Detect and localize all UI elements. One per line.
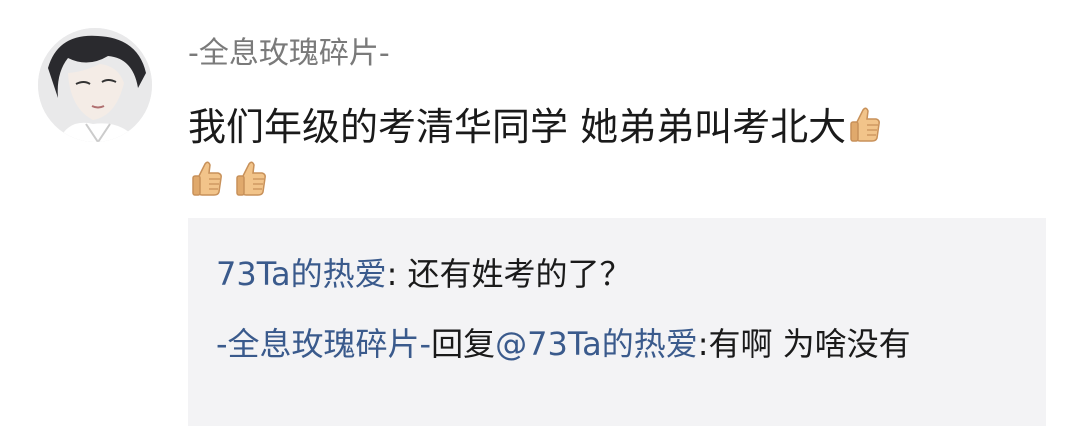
reply-text: 有啊 为啥没有 (708, 325, 911, 363)
reply-item[interactable]: 73Ta的热爱: 还有姓考的了？ (216, 250, 632, 298)
thumbs-up-icon (234, 158, 268, 198)
comment-username[interactable]: -全息玫瑰碎片- (188, 34, 390, 74)
reply-word: 回复 (431, 325, 496, 363)
reply-separator: : (386, 255, 408, 293)
comment-text: 我们年级的考清华同学 她弟弟叫考北大 (188, 105, 847, 149)
replies-panel[interactable]: 73Ta的热爱: 还有姓考的了？ -全息玫瑰碎片-回复@73Ta的热爱:有啊 为… (188, 218, 1046, 426)
reply-separator: : (697, 325, 709, 363)
reply-author[interactable]: -全息玫瑰碎片- (216, 325, 431, 363)
comment-card: -全息玫瑰碎片- 我们年级的考清华同学 她弟弟叫考北大 73Ta的热爱: 还有姓… (0, 0, 1080, 426)
comment-body: 我们年级的考清华同学 她弟弟叫考北大 (188, 100, 1038, 208)
reply-item[interactable]: -全息玫瑰碎片-回复@73Ta的热爱:有啊 为啥没有 (216, 318, 1016, 370)
avatar-illustration (38, 28, 152, 142)
thumbs-up-icon (848, 104, 882, 144)
thumbs-up-icon (190, 158, 224, 198)
avatar[interactable] (38, 28, 152, 142)
reply-mention[interactable]: @73Ta的热爱 (495, 325, 698, 363)
reply-text: 还有姓考的了？ (407, 255, 632, 293)
reply-author[interactable]: 73Ta的热爱 (216, 255, 387, 293)
